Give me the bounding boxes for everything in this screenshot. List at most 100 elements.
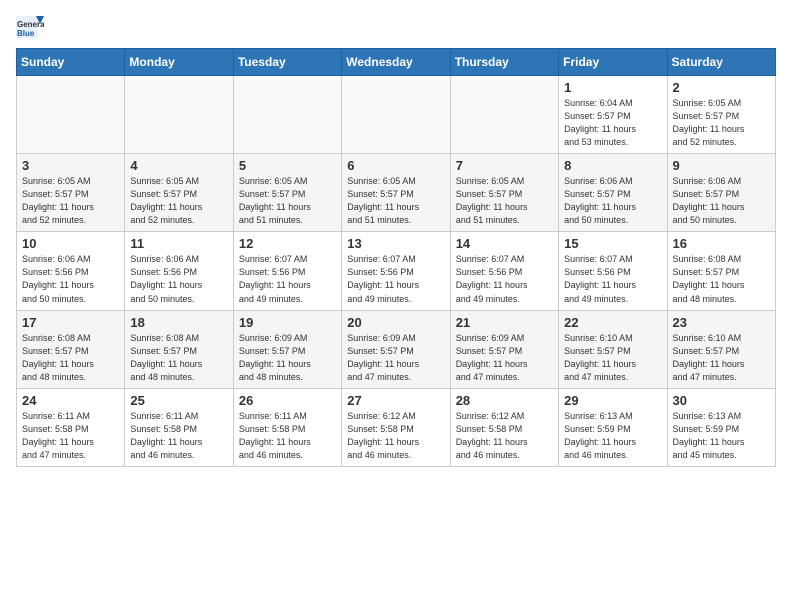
day-number: 27 (347, 393, 444, 408)
logo-svg: General Blue (16, 16, 44, 38)
day-info: Sunrise: 6:10 AM Sunset: 5:57 PM Dayligh… (564, 332, 661, 384)
calendar-table: SundayMondayTuesdayWednesdayThursdayFrid… (16, 48, 776, 467)
calendar-cell: 24 Sunrise: 6:11 AM Sunset: 5:58 PM Dayli… (17, 388, 125, 466)
day-info: Sunrise: 6:13 AM Sunset: 5:59 PM Dayligh… (673, 410, 770, 462)
day-number: 20 (347, 315, 444, 330)
page-header: General Blue (16, 16, 776, 38)
day-number: 13 (347, 236, 444, 251)
day-number: 14 (456, 236, 553, 251)
weekday-header-thursday: Thursday (450, 49, 558, 76)
day-number: 8 (564, 158, 661, 173)
day-number: 5 (239, 158, 336, 173)
day-info: Sunrise: 6:09 AM Sunset: 5:57 PM Dayligh… (239, 332, 336, 384)
day-number: 26 (239, 393, 336, 408)
day-info: Sunrise: 6:06 AM Sunset: 5:56 PM Dayligh… (22, 253, 119, 305)
calendar-cell: 3 Sunrise: 6:05 AM Sunset: 5:57 PM Daylig… (17, 154, 125, 232)
calendar-cell: 25Sunrise: 6:11 AM Sunset: 5:58 PM Dayli… (125, 388, 233, 466)
day-number: 9 (673, 158, 770, 173)
calendar-week-row: 10 Sunrise: 6:06 AM Sunset: 5:56 PM Dayli… (17, 232, 776, 310)
calendar-cell: 9 Sunrise: 6:06 AM Sunset: 5:57 PM Daylig… (667, 154, 775, 232)
day-info: Sunrise: 6:05 AM Sunset: 5:57 PM Dayligh… (239, 175, 336, 227)
day-info: Sunrise: 6:09 AM Sunset: 5:57 PM Dayligh… (456, 332, 553, 384)
day-number: 29 (564, 393, 661, 408)
day-number: 30 (673, 393, 770, 408)
day-info: Sunrise: 6:06 AM Sunset: 5:57 PM Dayligh… (673, 175, 770, 227)
weekday-header-friday: Friday (559, 49, 667, 76)
day-info: Sunrise: 6:10 AM Sunset: 5:57 PM Dayligh… (673, 332, 770, 384)
calendar-cell: 29 Sunrise: 6:13 AM Sunset: 5:59 PM Dayli… (559, 388, 667, 466)
weekday-header-saturday: Saturday (667, 49, 775, 76)
day-number: 4 (130, 158, 227, 173)
day-info: Sunrise: 6:06 AM Sunset: 5:56 PM Dayligh… (130, 253, 227, 305)
calendar-cell: 26 Sunrise: 6:11 AM Sunset: 5:58 PM Dayli… (233, 388, 341, 466)
calendar-cell: 14 Sunrise: 6:07 AM Sunset: 5:56 PM Dayli… (450, 232, 558, 310)
calendar-week-row: 1Sunrise: 6:04 AM Sunset: 5:57 PM Daylig… (17, 76, 776, 154)
calendar-cell: 12Sunrise: 6:07 AM Sunset: 5:56 PM Dayli… (233, 232, 341, 310)
calendar-cell: 13 Sunrise: 6:07 AM Sunset: 5:56 PM Dayli… (342, 232, 450, 310)
day-info: Sunrise: 6:05 AM Sunset: 5:57 PM Dayligh… (347, 175, 444, 227)
calendar-week-row: 24 Sunrise: 6:11 AM Sunset: 5:58 PM Dayli… (17, 388, 776, 466)
day-info: Sunrise: 6:12 AM Sunset: 5:58 PM Dayligh… (456, 410, 553, 462)
day-number: 11 (130, 236, 227, 251)
calendar-cell (233, 76, 341, 154)
day-info: Sunrise: 6:11 AM Sunset: 5:58 PM Dayligh… (239, 410, 336, 462)
weekday-header-tuesday: Tuesday (233, 49, 341, 76)
calendar-cell: 16Sunrise: 6:08 AM Sunset: 5:57 PM Dayli… (667, 232, 775, 310)
day-number: 23 (673, 315, 770, 330)
day-info: Sunrise: 6:07 AM Sunset: 5:56 PM Dayligh… (564, 253, 661, 305)
calendar-cell: 11 Sunrise: 6:06 AM Sunset: 5:56 PM Dayli… (125, 232, 233, 310)
calendar-cell: 5 Sunrise: 6:05 AM Sunset: 5:57 PM Daylig… (233, 154, 341, 232)
day-number: 2 (673, 80, 770, 95)
day-number: 28 (456, 393, 553, 408)
calendar-cell: 30 Sunrise: 6:13 AM Sunset: 5:59 PM Dayli… (667, 388, 775, 466)
calendar-cell: 8Sunrise: 6:06 AM Sunset: 5:57 PM Daylig… (559, 154, 667, 232)
day-info: Sunrise: 6:08 AM Sunset: 5:57 PM Dayligh… (22, 332, 119, 384)
day-info: Sunrise: 6:12 AM Sunset: 5:58 PM Dayligh… (347, 410, 444, 462)
day-info: Sunrise: 6:07 AM Sunset: 5:56 PM Dayligh… (456, 253, 553, 305)
day-number: 15 (564, 236, 661, 251)
calendar-cell: 17Sunrise: 6:08 AM Sunset: 5:57 PM Dayli… (17, 310, 125, 388)
day-number: 22 (564, 315, 661, 330)
day-info: Sunrise: 6:13 AM Sunset: 5:59 PM Dayligh… (564, 410, 661, 462)
day-info: Sunrise: 6:07 AM Sunset: 5:56 PM Dayligh… (347, 253, 444, 305)
calendar-cell (125, 76, 233, 154)
calendar-cell: 1Sunrise: 6:04 AM Sunset: 5:57 PM Daylig… (559, 76, 667, 154)
calendar-cell: 10 Sunrise: 6:06 AM Sunset: 5:56 PM Dayli… (17, 232, 125, 310)
calendar-cell: 23 Sunrise: 6:10 AM Sunset: 5:57 PM Dayli… (667, 310, 775, 388)
svg-text:Blue: Blue (17, 29, 35, 38)
day-number: 25 (130, 393, 227, 408)
day-number: 6 (347, 158, 444, 173)
calendar-cell: 15 Sunrise: 6:07 AM Sunset: 5:56 PM Dayli… (559, 232, 667, 310)
calendar-cell (450, 76, 558, 154)
weekday-header-monday: Monday (125, 49, 233, 76)
calendar-header-row: SundayMondayTuesdayWednesdayThursdayFrid… (17, 49, 776, 76)
day-number: 3 (22, 158, 119, 173)
calendar-week-row: 17Sunrise: 6:08 AM Sunset: 5:57 PM Dayli… (17, 310, 776, 388)
weekday-header-sunday: Sunday (17, 49, 125, 76)
calendar-cell: 22 Sunrise: 6:10 AM Sunset: 5:57 PM Dayli… (559, 310, 667, 388)
calendar-cell (342, 76, 450, 154)
day-info: Sunrise: 6:11 AM Sunset: 5:58 PM Dayligh… (22, 410, 119, 462)
day-info: Sunrise: 6:05 AM Sunset: 5:57 PM Dayligh… (673, 97, 770, 149)
day-info: Sunrise: 6:05 AM Sunset: 5:57 PM Dayligh… (22, 175, 119, 227)
calendar-cell: 6 Sunrise: 6:05 AM Sunset: 5:57 PM Daylig… (342, 154, 450, 232)
weekday-header-wednesday: Wednesday (342, 49, 450, 76)
day-info: Sunrise: 6:07 AM Sunset: 5:56 PM Dayligh… (239, 253, 336, 305)
calendar-cell: 2 Sunrise: 6:05 AM Sunset: 5:57 PM Daylig… (667, 76, 775, 154)
day-number: 18 (130, 315, 227, 330)
calendar-cell: 28 Sunrise: 6:12 AM Sunset: 5:58 PM Dayli… (450, 388, 558, 466)
calendar-cell: 7Sunrise: 6:05 AM Sunset: 5:57 PM Daylig… (450, 154, 558, 232)
day-number: 10 (22, 236, 119, 251)
calendar-cell: 19 Sunrise: 6:09 AM Sunset: 5:57 PM Dayli… (233, 310, 341, 388)
day-number: 7 (456, 158, 553, 173)
calendar-cell: 4 Sunrise: 6:05 AM Sunset: 5:57 PM Daylig… (125, 154, 233, 232)
day-number: 16 (673, 236, 770, 251)
day-info: Sunrise: 6:05 AM Sunset: 5:57 PM Dayligh… (130, 175, 227, 227)
calendar-cell: 20 Sunrise: 6:09 AM Sunset: 5:57 PM Dayli… (342, 310, 450, 388)
calendar-cell: 18 Sunrise: 6:08 AM Sunset: 5:57 PM Dayli… (125, 310, 233, 388)
day-number: 24 (22, 393, 119, 408)
day-info: Sunrise: 6:09 AM Sunset: 5:57 PM Dayligh… (347, 332, 444, 384)
day-number: 19 (239, 315, 336, 330)
day-info: Sunrise: 6:08 AM Sunset: 5:57 PM Dayligh… (130, 332, 227, 384)
day-number: 21 (456, 315, 553, 330)
